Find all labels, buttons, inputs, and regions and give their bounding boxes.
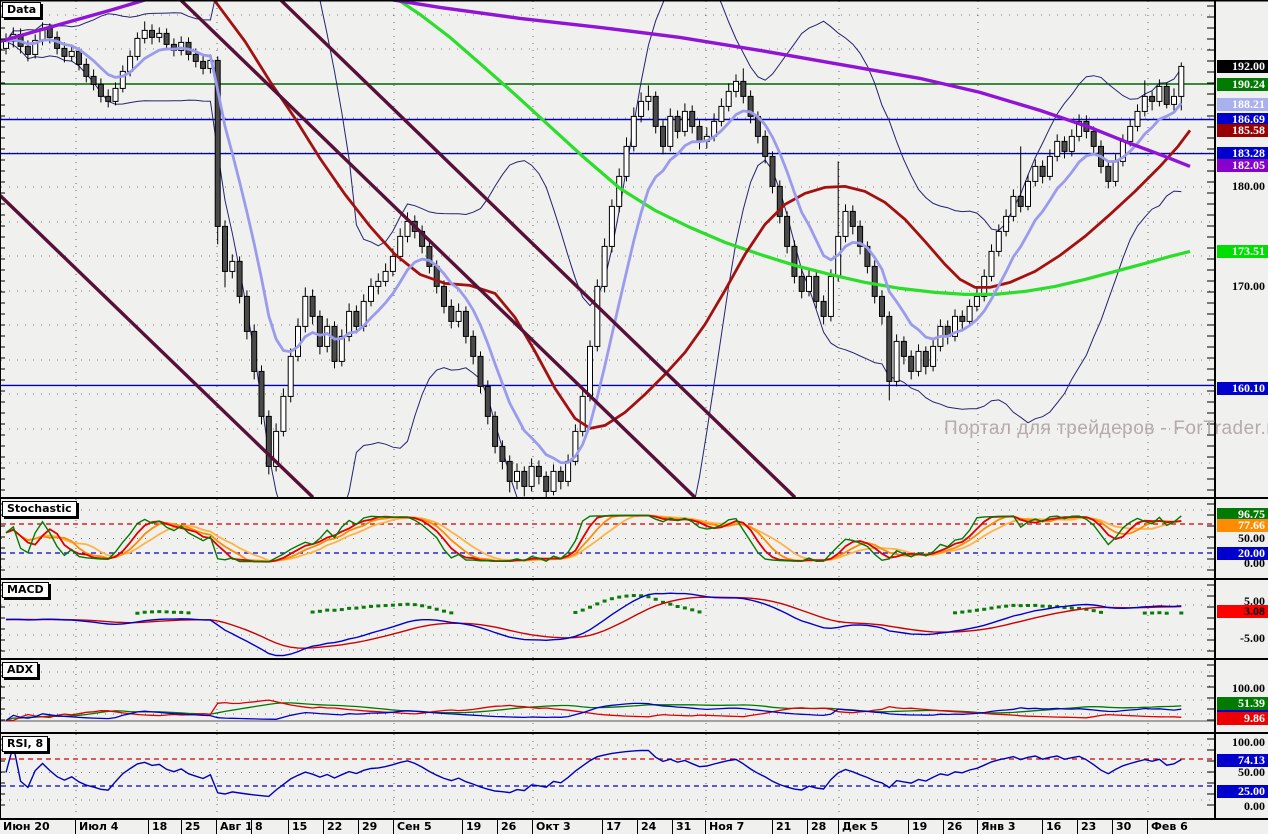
panel-label-rsi[interactable]: RSI, 8 <box>2 736 49 752</box>
axis-label: Ноя 7 <box>705 820 772 834</box>
price-label-50.00: 50.00 <box>1238 531 1265 545</box>
axis-label: 22 <box>323 820 358 834</box>
axis-label: 15 <box>288 820 323 834</box>
price-label-182.05: 182.05 <box>1217 159 1268 173</box>
axis-label: 31 <box>672 820 705 834</box>
macd-panel <box>1 580 1214 658</box>
axis-label: 16 <box>1042 820 1077 834</box>
axis-label: 24 <box>637 820 672 834</box>
chart-canvas[interactable] <box>0 0 1268 834</box>
price-label-51.39: 51.39 <box>1217 696 1268 710</box>
price-label-192.00: 192.00 <box>1217 59 1268 73</box>
axis-label: 26 <box>943 820 977 834</box>
price-label-100.00: 100.00 <box>1232 680 1265 695</box>
price-scale-column[interactable]: 192.00 190.24 188.21 186.69 185.58 183.28 182.… <box>1217 0 1268 818</box>
axis-label: 21 <box>772 820 807 834</box>
price-label-9.86: 9.86 <box>1217 712 1268 725</box>
main-panel <box>1 1 1214 497</box>
price-label-180.00: 180.00 <box>1232 178 1265 193</box>
axis-label: 19 <box>908 820 943 834</box>
price-label-173.51: 173.51 <box>1217 244 1268 258</box>
price-label-100.00: 100.00 <box>1232 734 1265 749</box>
price-label-185.58: 185.58 <box>1217 124 1268 138</box>
panel-label-adx[interactable]: ADX <box>2 662 39 678</box>
price-label-190.24: 190.24 <box>1217 77 1268 91</box>
axis-label: Дек 5 <box>838 820 908 834</box>
axis-label: 18 <box>148 820 181 834</box>
price-label-0.00: 0.00 <box>1244 556 1265 570</box>
panel-label-data[interactable]: Data <box>2 2 42 18</box>
panel-label-stochastic[interactable]: Stochastic <box>2 501 77 517</box>
price-label-188.21: 188.21 <box>1217 97 1268 111</box>
axis-label: 29 <box>358 820 393 834</box>
axis-label: Окт 3 <box>532 820 602 834</box>
stoch-panel <box>1 499 1214 578</box>
price-label-50.00: 50.00 <box>1238 765 1265 779</box>
price-label-25.00: 25.00 <box>1217 784 1268 798</box>
chart-window: Data Stochastic MACD ADX RSI, 8 Портал д… <box>0 0 1268 834</box>
axis-label: 30 <box>1112 820 1147 834</box>
adx-panel <box>1 660 1214 732</box>
panel-label-macd[interactable]: MACD <box>2 582 49 598</box>
axis-label: Июл 4 <box>75 820 148 834</box>
axis-label: 23 <box>1077 820 1112 834</box>
axis-label: 26 <box>497 820 532 834</box>
axis-label: 8 <box>251 820 288 834</box>
rsi-panel <box>1 734 1214 818</box>
axis-label: Янв 3 <box>977 820 1042 834</box>
price-label-3.08: 3.08 <box>1217 605 1268 618</box>
axis-label: Фев 6 <box>1147 820 1225 834</box>
axis-label: 17 <box>602 820 637 834</box>
axis-label: 25 <box>181 820 216 834</box>
price-label--5.00: -5.00 <box>1240 630 1265 645</box>
price-label-0.00: 0.00 <box>1244 798 1265 813</box>
axis-label: Июн 20 <box>3 820 50 833</box>
date-axis[interactable]: Июн 20 Июл 4 18 25 Авг 1 8 15 22 29 Сен 5 19 26 Окт … <box>0 820 1268 834</box>
axis-label: 28 <box>807 820 838 834</box>
axis-label: Сен 5 <box>393 820 462 834</box>
axis-label: 19 <box>462 820 497 834</box>
axis-label: Авг 1 <box>216 820 251 834</box>
price-label-170.00: 170.00 <box>1232 278 1265 293</box>
price-label-160.10: 160.10 <box>1217 381 1268 395</box>
